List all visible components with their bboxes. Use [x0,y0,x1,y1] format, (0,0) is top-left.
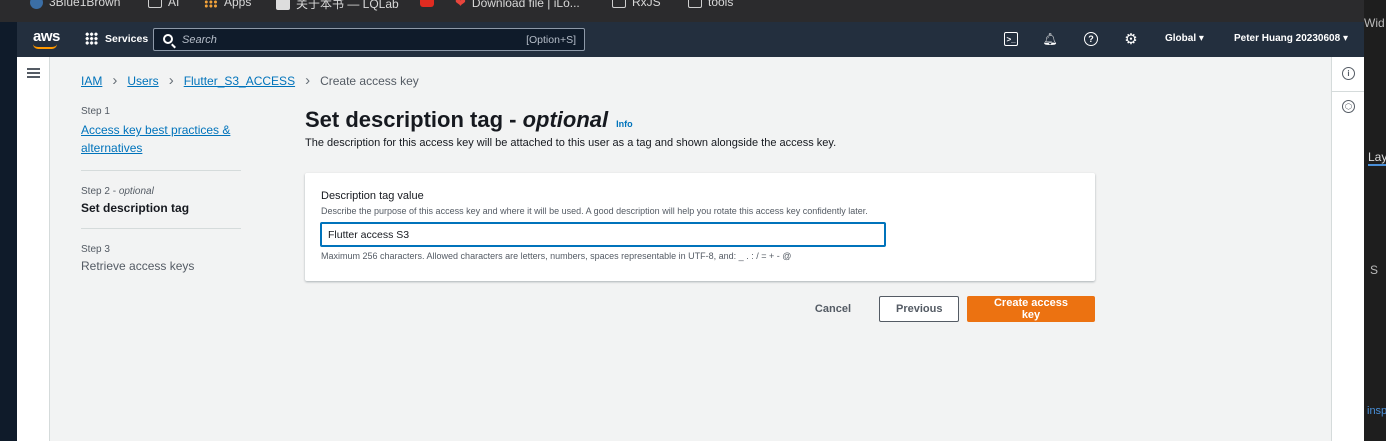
search-input[interactable] [182,31,512,48]
bookmark-lqlab[interactable]: 关于本书 — LQLab [276,0,399,12]
cancel-button[interactable]: Cancel [799,296,867,322]
description-tag-input[interactable] [320,222,886,247]
page-description: The description for this access key will… [305,137,837,149]
aws-smile-icon [33,44,57,49]
bookmark-3blue1brown[interactable]: 3Blue1Brown [30,0,120,9]
breadcrumb-iam[interactable]: IAM [81,74,102,88]
chevron-right-icon: › [305,72,311,89]
previous-button[interactable]: Previous [879,296,959,322]
search-icon [163,34,173,44]
divider [1332,91,1365,92]
side-window-link[interactable]: insp [1367,405,1386,417]
field-label: Description tag value [321,190,424,202]
wizard-step-2: Step 2 - optional Set description tag [81,186,241,229]
wizard-steps: Step 1 Access key best practices & alter… [81,106,241,301]
bell-icon[interactable]: 🔔︎ [1042,32,1057,46]
wizard-step-1: Step 1 Access key best practices & alter… [81,106,241,171]
field-constraint: Maximum 256 characters. Allowed characte… [321,251,792,261]
bookmark-apps[interactable]: Apps [204,0,251,9]
chevron-right-icon: › [168,72,174,89]
side-window-tab[interactable]: Lay [1368,150,1386,166]
folder-icon [688,0,702,8]
folder-icon [612,0,626,8]
side-window-text: S [1370,263,1379,277]
main-content: IAM › Users › Flutter_S3_ACCESS › Create… [50,57,1331,441]
gear-icon[interactable]: ⬡ [1342,100,1355,113]
aws-top-nav: aws Services [Option+S] >_ 🔔︎ ? ⚙ Global… [17,22,1364,57]
side-window: Wid Lay S insp [1364,0,1386,441]
search-shortcut-hint: [Option+S] [526,34,576,46]
form-content: Set description tag - optional Info The … [305,107,1095,322]
field-description: Describe the purpose of this access key … [321,206,868,216]
description-tag-panel: Description tag value Describe the purpo… [305,173,1095,281]
apps-grid-icon [204,0,218,8]
page-icon [276,0,290,10]
apps-grid-icon [85,32,98,45]
info-icon[interactable]: i [1342,67,1355,80]
page-header: Set description tag - optional Info [305,107,1095,133]
breadcrumb-current: Create access key [320,74,419,88]
right-tools-rail: i ⬡ [1331,57,1365,441]
page-title: Set description tag - optional [305,107,609,132]
bookmark-ai[interactable]: AI [148,0,179,9]
breadcrumb-user[interactable]: Flutter_S3_ACCESS [184,74,295,88]
youtube-icon [420,0,434,7]
globe-icon [30,0,43,9]
cloudshell-icon[interactable]: >_ [1004,32,1018,46]
bookmark-rxjs[interactable]: RxJS [612,0,661,9]
side-window-text: Wid [1364,16,1385,30]
wizard-step-3: Step 3 Retrieve access keys [81,244,241,286]
step-number: Step 1 [81,106,110,117]
step-3-label: Retrieve access keys [81,259,195,273]
region-selector[interactable]: Global ▾ [1165,33,1204,44]
step-number: Step 2 - optional [81,186,154,197]
chevron-right-icon: › [112,72,118,89]
left-navigation-rail [17,57,50,441]
services-menu-button[interactable]: Services [85,32,148,45]
folder-icon [148,0,162,8]
help-icon[interactable]: ? [1084,32,1098,46]
form-actions: Cancel Previous Create access key [799,296,1095,322]
step-2-label: Set description tag [81,201,190,215]
bookmark-tools[interactable]: tools [688,0,733,9]
gear-icon[interactable]: ⚙ [1124,31,1138,48]
breadcrumb-users[interactable]: Users [127,74,158,88]
breadcrumb: IAM › Users › Flutter_S3_ACCESS › Create… [81,72,419,89]
menu-icon[interactable] [27,68,40,78]
account-menu[interactable]: Peter Huang 20230608 ▾ [1234,33,1348,44]
bookmark-youtube[interactable] [420,0,434,7]
heart-icon: ❤ [455,0,466,10]
step-1-link[interactable]: Access key best practices & alternatives [81,123,230,155]
create-access-key-button[interactable]: Create access key [967,296,1095,322]
aws-logo[interactable]: aws [33,28,60,45]
step-number: Step 3 [81,244,110,255]
info-link[interactable]: Info [616,119,633,129]
search-box[interactable]: [Option+S] [153,28,585,51]
bookmarks-bar: 3Blue1Brown AI Apps 关于本书 — LQLab ❤ Downl… [0,0,1364,22]
bookmark-download-file[interactable]: ❤ Download file | iLo... [455,0,580,11]
